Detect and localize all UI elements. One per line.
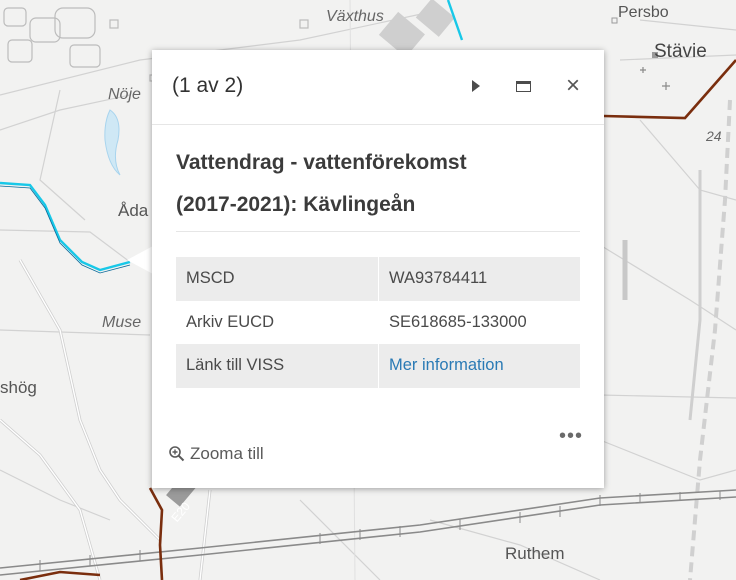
popup-pointer (127, 246, 153, 274)
map-label-stavie: Stävie (654, 41, 707, 62)
attribute-key: MSCD (176, 257, 379, 301)
table-row: MSCD WA93784411 (176, 257, 581, 301)
attribute-value: WA93784411 (378, 257, 581, 301)
popup-header: (1 av 2) × (152, 50, 604, 125)
attribute-value: SE618685-133000 (378, 300, 581, 344)
attribute-key: Länk till VISS (176, 344, 379, 388)
feature-popup: (1 av 2) × Vattendrag - vattenförekomst … (152, 50, 604, 488)
popup-title: Vattendrag - vattenförekomst (2017-2021)… (176, 142, 576, 226)
close-button[interactable]: × (559, 70, 587, 102)
map-label-vaxthus: Växthus (326, 8, 384, 25)
play-icon (472, 80, 480, 92)
more-icon[interactable]: ••• (559, 425, 583, 448)
map-label-road-24: 24 (706, 128, 722, 144)
attribute-table: MSCD WA93784411 Arkiv EUCD SE618685-1330… (176, 257, 581, 388)
map-label-persbo: Persbo (618, 4, 669, 21)
title-divider (176, 231, 580, 232)
zoom-to-button[interactable]: Zooma till (168, 444, 264, 464)
map-label-shog: shög (0, 378, 37, 397)
dock-icon (515, 80, 531, 92)
popup-title-line-2: (2017-2021): Kävlingeån (176, 193, 416, 216)
popup-title-line-1: Vattendrag - vattenförekomst (176, 151, 467, 174)
map-label-noje: Nöje (108, 86, 141, 103)
table-row: Arkiv EUCD SE618685-133000 (176, 300, 581, 344)
zoom-to-label: Zooma till (190, 444, 264, 463)
viss-link[interactable]: Mer information (389, 356, 504, 374)
next-feature-button[interactable] (462, 70, 490, 102)
table-row: Länk till VISS Mer information (176, 344, 581, 388)
zoom-in-icon (169, 446, 185, 462)
close-icon: × (565, 72, 580, 99)
feature-pager: (1 av 2) (172, 74, 244, 97)
attribute-key: Arkiv EUCD (176, 300, 379, 344)
map-label-ada: Åda (118, 201, 149, 220)
map-label-muse: Muse (102, 314, 142, 331)
map-label-ruthem: Ruthem (505, 544, 565, 563)
dock-button[interactable] (509, 70, 537, 102)
